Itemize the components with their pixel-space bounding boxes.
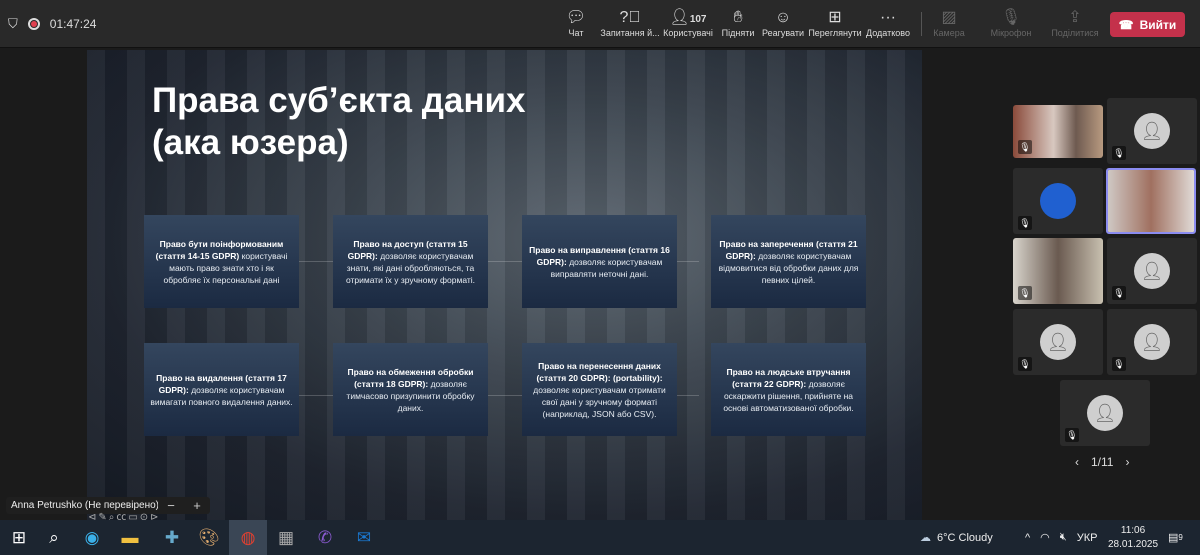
recording-icon <box>27 18 40 30</box>
viber-button[interactable]: ✆ <box>306 520 344 555</box>
avatar: 👤︎ <box>1134 113 1170 149</box>
gdpr-right-card: Право на доступ (стаття 15 GDPR): дозвол… <box>333 215 488 308</box>
mic-muted-icon: 🎙︎ <box>1018 216 1032 230</box>
chrome-button[interactable]: ◍ <box>229 520 267 555</box>
mic-muted-icon: 🎙︎ <box>1112 146 1126 160</box>
view-button[interactable]: ⊞ Переглянути <box>805 8 865 38</box>
windows-icon: ⊞ <box>11 527 27 547</box>
avatar: 👤︎ <box>1087 395 1123 431</box>
wifi-icon[interactable]: ◠ <box>1040 531 1050 544</box>
participant-tile-speaking[interactable] <box>1106 168 1196 234</box>
participant-tile[interactable]: 👤︎ 🎙︎ <box>1013 309 1103 375</box>
participant-tile[interactable]: 👤︎ 🎙︎ <box>1107 309 1197 375</box>
mic-muted-icon: 🎙︎ <box>1112 357 1126 371</box>
snip-button[interactable]: ✚ <box>153 520 191 555</box>
participant-tile[interactable]: 👤︎ 🎙︎ <box>1107 98 1197 164</box>
cloud-icon: ☁ <box>920 532 931 544</box>
snip-icon: ✚ <box>164 527 180 547</box>
participant-tile[interactable]: 🎙︎ <box>1013 105 1103 158</box>
slide-title: Права суб’єкта даних (ака юзера) <box>152 81 526 162</box>
grid-icon: ⊞ <box>828 9 842 26</box>
calculator-icon: ▦ <box>277 527 295 547</box>
qa-button[interactable]: ?⃝ Запитання й... <box>600 8 660 38</box>
chat-icon: 💬︎ <box>565 9 587 26</box>
next-page-icon[interactable]: › <box>1125 455 1129 469</box>
camera-button[interactable]: ▨ Камера <box>919 8 979 38</box>
mic-muted-icon: 🎙︎ <box>1018 357 1032 371</box>
more-icon: ··· <box>880 9 896 26</box>
zoom-controls: − + <box>158 497 210 514</box>
gdpr-right-card: Право на видалення (стаття 17 GDPR): доз… <box>144 343 299 436</box>
gdpr-right-card: Право на заперечення (стаття 21 GDPR): д… <box>711 215 866 308</box>
outlook-icon: ✉ <box>356 527 372 547</box>
more-button[interactable]: ··· Додатково <box>858 8 918 38</box>
avatar: 👤︎ <box>1134 324 1170 360</box>
share-icon: ⇪ <box>1068 9 1082 26</box>
question-icon: ?⃝ <box>619 9 641 26</box>
phone-icon: ☎ <box>1118 17 1134 32</box>
mic-muted-icon: 🎙︎ <box>1112 286 1126 300</box>
edge-button[interactable]: ◉ <box>73 520 111 555</box>
paint-icon: 🎨︎ <box>198 527 220 547</box>
notification-icon: ▤ <box>1168 532 1179 544</box>
search-icon: ⌕ <box>49 527 59 547</box>
gdpr-right-card: Право на обмеження обробки (стаття 18 GD… <box>333 343 488 436</box>
chrome-icon: ◍ <box>240 527 256 547</box>
mic-button[interactable]: 🎙︎ Мікрофон <box>981 8 1041 38</box>
participant-tile[interactable]: ● 🎙︎ <box>1013 168 1103 234</box>
calculator-button[interactable]: ▦ <box>267 520 305 555</box>
camera-off-icon: ▨ <box>941 9 957 26</box>
shared-slide: Права суб’єкта даних (ака юзера) Право бу… <box>87 50 922 520</box>
clock[interactable]: 11:06 28.01.2025 <box>1108 520 1158 555</box>
participant-pager: ‹ 1/11 › <box>1075 455 1129 469</box>
meeting-toolbar: ⛉ 01:47:24 💬︎ Чат ?⃝ Запитання й... 👤︎107 К… <box>0 0 1200 48</box>
chevron-up-icon[interactable]: ^ <box>1025 532 1030 544</box>
share-button[interactable]: ⇪ Поділитися <box>1045 8 1105 38</box>
avatar: ● <box>1040 183 1076 219</box>
folder-icon: ▬ <box>121 527 139 547</box>
zoom-in-button[interactable]: + <box>193 498 201 513</box>
viber-icon: ✆ <box>317 527 333 547</box>
participant-tile[interactable]: 🎙︎ <box>1013 238 1103 304</box>
gdpr-right-card: Право бути поінформованим (стаття 14-15 … <box>144 215 299 308</box>
paint-button[interactable]: 🎨︎ <box>190 520 228 555</box>
search-button[interactable]: ⌕ <box>35 520 73 555</box>
gdpr-right-card: Право на виправлення (стаття 16 GDPR): д… <box>522 215 677 308</box>
mic-off-icon: 🎙︎ <box>1000 9 1022 26</box>
explorer-button[interactable]: ▬ <box>111 520 149 555</box>
windows-taskbar: ⊞ ⌕ ◉ ▬ ✚ 🎨︎ ◍ ▦ ✆ ✉ ☁ 6°C Cloudy ^ ◠ 🔇︎ УКР… <box>0 520 1200 555</box>
video-feed <box>1108 170 1194 232</box>
mic-muted-icon: 🎙︎ <box>1018 286 1032 300</box>
gdpr-right-card: Право на перенесення даних (стаття 20 GD… <box>522 343 677 436</box>
avatar: 👤︎ <box>1040 324 1076 360</box>
notifications-button[interactable]: ▤ 9 <box>1168 520 1183 555</box>
mic-muted-icon: 🎙︎ <box>1018 140 1032 154</box>
avatar: 👤︎ <box>1134 253 1170 289</box>
page-indicator: 1/11 <box>1091 455 1114 469</box>
weather-widget[interactable]: ☁ 6°C Cloudy <box>920 520 993 555</box>
chat-button[interactable]: 💬︎ Чат <box>546 8 606 38</box>
people-icon: 👤︎107 <box>669 9 707 26</box>
zoom-out-button[interactable]: − <box>167 498 175 513</box>
participant-tile[interactable]: 👤︎ 🎙︎ <box>1107 238 1197 304</box>
prev-page-icon[interactable]: ‹ <box>1075 455 1079 469</box>
leave-button[interactable]: ☎ Вийти <box>1110 12 1185 37</box>
smile-icon: ☺ <box>774 9 792 26</box>
mic-muted-icon: 🎙︎ <box>1065 428 1079 442</box>
start-button[interactable]: ⊞ <box>0 520 38 555</box>
edge-icon: ◉ <box>84 527 100 547</box>
react-button[interactable]: ☺ Реагувати <box>753 8 813 38</box>
language-indicator[interactable]: УКР <box>1077 532 1098 544</box>
shield-icon: ⛉ <box>8 16 18 31</box>
participant-tile[interactable]: 👤︎ 🎙︎ <box>1060 380 1150 446</box>
hand-icon: ✋︎ <box>733 9 743 26</box>
outlook-button[interactable]: ✉ <box>345 520 383 555</box>
gdpr-right-card: Право на людське втручання (стаття 22 GD… <box>711 343 866 436</box>
meeting-timer: 01:47:24 <box>49 17 97 31</box>
volume-muted-icon[interactable]: 🔇︎ <box>1060 531 1067 544</box>
